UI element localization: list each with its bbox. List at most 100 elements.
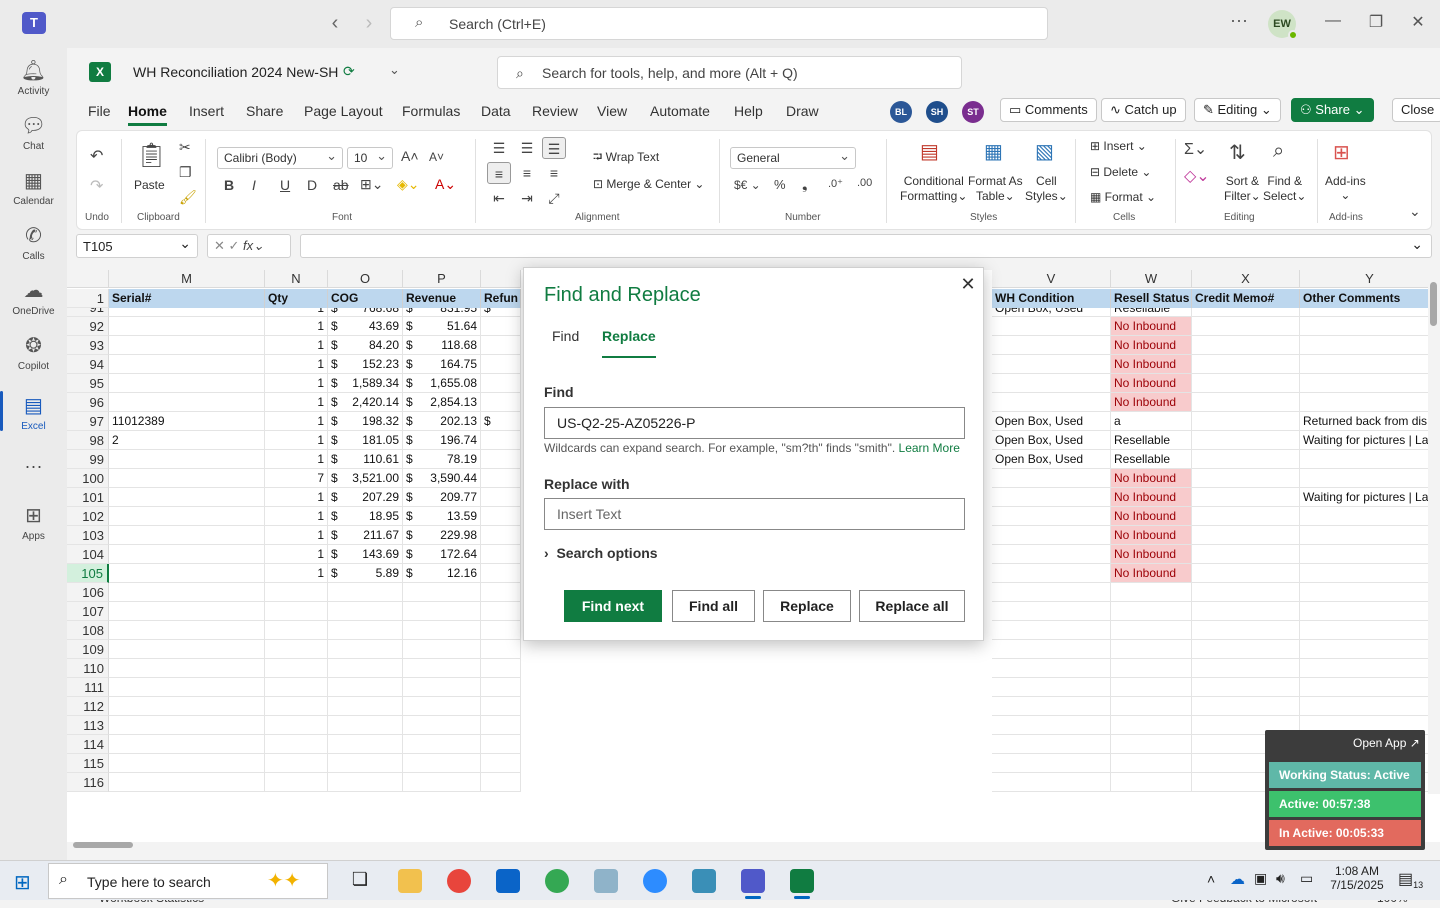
redo-icon[interactable]: ↷ bbox=[90, 176, 103, 196]
table-cell[interactable] bbox=[1300, 374, 1440, 393]
rail-item-apps[interactable]: ⊞ Apps bbox=[0, 503, 67, 542]
tab-home[interactable]: Home bbox=[128, 103, 167, 126]
table-cell[interactable] bbox=[403, 583, 481, 602]
table-cell[interactable]: 1 bbox=[265, 450, 328, 469]
rail-item-calendar[interactable]: ▦ Calendar bbox=[0, 168, 67, 207]
table-cell[interactable] bbox=[481, 450, 521, 469]
table-cell[interactable] bbox=[328, 621, 403, 640]
table-cell[interactable] bbox=[481, 564, 521, 583]
table-cell[interactable]: 1 bbox=[265, 393, 328, 412]
table-cell[interactable] bbox=[109, 526, 265, 545]
table-cell[interactable] bbox=[1192, 488, 1300, 507]
table-cell[interactable] bbox=[1300, 507, 1440, 526]
row-header[interactable]: 108 bbox=[67, 621, 109, 640]
table-cell[interactable] bbox=[1111, 735, 1192, 754]
table-cell[interactable] bbox=[1192, 431, 1300, 450]
find-next-button[interactable]: Find next bbox=[564, 590, 662, 622]
table-cell[interactable]: Waiting for pictures | La bbox=[1300, 431, 1440, 450]
table-cell[interactable] bbox=[1192, 697, 1300, 716]
tab-replace[interactable]: Replace bbox=[602, 328, 656, 358]
table-cell[interactable] bbox=[992, 754, 1111, 773]
tab-help[interactable]: Help bbox=[734, 103, 763, 119]
table-cell[interactable]: $3,521.00 bbox=[328, 469, 403, 488]
table-cell[interactable]: No Inbound bbox=[1111, 564, 1192, 583]
horizontal-scrollbar-thumb[interactable] bbox=[73, 842, 133, 848]
table-cell[interactable] bbox=[992, 355, 1111, 374]
forward-arrow-icon[interactable]: › bbox=[358, 12, 380, 35]
table-cell[interactable] bbox=[1192, 450, 1300, 469]
table-cell[interactable] bbox=[1300, 308, 1440, 317]
rail-item-activity[interactable]: 🔔︎ Activity bbox=[0, 58, 67, 97]
table-cell[interactable] bbox=[265, 640, 328, 659]
find-all-button[interactable]: Find all bbox=[672, 590, 755, 622]
table-cell[interactable]: Waiting for pictures | La bbox=[1300, 488, 1440, 507]
align-right-icon[interactable]: ≡ bbox=[542, 162, 566, 184]
tab-draw[interactable]: Draw bbox=[786, 103, 819, 119]
table-cell[interactable] bbox=[403, 773, 481, 792]
table-cell[interactable]: $12.16 bbox=[403, 564, 481, 583]
back-arrow-icon[interactable]: ‹ bbox=[324, 12, 346, 35]
column-header[interactable]: O bbox=[328, 270, 403, 288]
rail-item-calls[interactable]: ✆ Calls bbox=[0, 223, 67, 262]
table-cell[interactable] bbox=[1111, 583, 1192, 602]
table-cell[interactable] bbox=[1300, 564, 1440, 583]
row-header[interactable]: 100 bbox=[67, 469, 109, 488]
row-header[interactable]: 106 bbox=[67, 583, 109, 602]
table-cell[interactable] bbox=[481, 393, 521, 412]
table-cell[interactable] bbox=[481, 640, 521, 659]
table-cell[interactable] bbox=[992, 374, 1111, 393]
table-cell[interactable]: Resellable bbox=[1111, 450, 1192, 469]
currency-format-icon[interactable]: $€ ⌄ bbox=[734, 178, 761, 192]
maximize-icon[interactable]: ❐ bbox=[1361, 12, 1391, 32]
onedrive-tray-icon[interactable]: ☁ bbox=[1230, 870, 1245, 888]
table-cell[interactable] bbox=[109, 621, 265, 640]
table-cell[interactable]: $207.29 bbox=[328, 488, 403, 507]
clock[interactable]: 1:08 AM 7/15/2025 bbox=[1330, 864, 1384, 892]
table-cell[interactable] bbox=[992, 602, 1111, 621]
file-explorer-icon[interactable] bbox=[398, 869, 422, 893]
table-cell[interactable]: $196.74 bbox=[403, 431, 481, 450]
table-cell[interactable] bbox=[109, 488, 265, 507]
table-cell[interactable] bbox=[481, 659, 521, 678]
decrease-indent-icon[interactable]: ⇤ bbox=[487, 187, 511, 209]
table-cell[interactable] bbox=[403, 716, 481, 735]
table-cell[interactable] bbox=[992, 697, 1111, 716]
table-cell[interactable]: $172.64 bbox=[403, 545, 481, 564]
table-cell[interactable] bbox=[481, 431, 521, 450]
double-underline-icon[interactable]: D bbox=[307, 177, 317, 193]
app-diamond-icon[interactable] bbox=[692, 869, 716, 893]
table-cell[interactable] bbox=[265, 659, 328, 678]
table-cell[interactable]: $768.68 bbox=[328, 308, 403, 317]
row-header[interactable]: 112 bbox=[67, 697, 109, 716]
table-cell[interactable]: No Inbound bbox=[1111, 317, 1192, 336]
table-cell[interactable] bbox=[328, 697, 403, 716]
table-cell[interactable] bbox=[109, 564, 265, 583]
minimize-icon[interactable]: — bbox=[1318, 12, 1348, 30]
table-cell[interactable]: No Inbound bbox=[1111, 393, 1192, 412]
row-header[interactable]: 109 bbox=[67, 640, 109, 659]
wrap-text-button[interactable]: ⮒ Wrap Text bbox=[593, 148, 659, 169]
table-cell[interactable] bbox=[328, 735, 403, 754]
table-cell[interactable] bbox=[1300, 602, 1440, 621]
table-cell[interactable] bbox=[403, 754, 481, 773]
table-cell[interactable] bbox=[1300, 450, 1440, 469]
table-cell[interactable]: $198.32 bbox=[328, 412, 403, 431]
table-cell[interactable] bbox=[109, 773, 265, 792]
tab-automate[interactable]: Automate bbox=[650, 103, 710, 119]
increase-indent-icon[interactable]: ⇥ bbox=[515, 187, 539, 209]
undo-icon[interactable]: ↶ bbox=[90, 146, 103, 166]
table-cell[interactable] bbox=[1111, 716, 1192, 735]
rail-item-excel[interactable]: ▤ Excel bbox=[0, 391, 67, 432]
table-cell[interactable] bbox=[1111, 640, 1192, 659]
tray-app-icon[interactable]: ▣ bbox=[1254, 870, 1267, 887]
table-cell[interactable] bbox=[109, 754, 265, 773]
table-cell[interactable] bbox=[1192, 659, 1300, 678]
outlook-icon[interactable] bbox=[496, 869, 520, 893]
table-cell[interactable] bbox=[481, 469, 521, 488]
table-cell[interactable]: No Inbound bbox=[1111, 488, 1192, 507]
header-cell[interactable]: WH Condition bbox=[992, 289, 1111, 308]
table-cell[interactable]: $ bbox=[481, 308, 521, 317]
table-cell[interactable]: 1 bbox=[265, 526, 328, 545]
table-cell[interactable] bbox=[1111, 678, 1192, 697]
rail-item-chat[interactable]: 💬︎ Chat bbox=[0, 113, 67, 152]
